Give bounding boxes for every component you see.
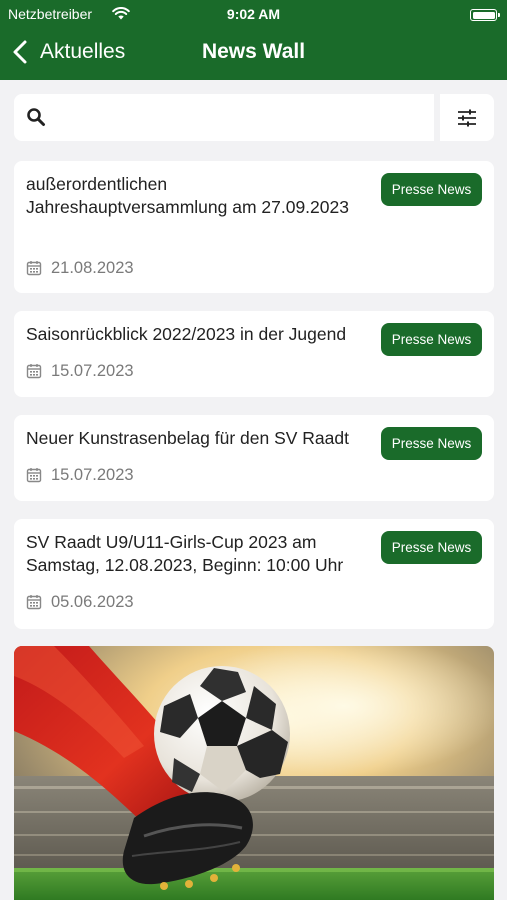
news-card[interactable]: SV Raadt U9/U11-Girls-Cup 2023 am Samsta… <box>14 519 494 629</box>
category-badge[interactable]: Presse News <box>381 173 482 206</box>
calendar-icon <box>26 260 42 276</box>
search-input[interactable] <box>58 94 428 141</box>
date-row: 21.08.2023 <box>26 258 134 278</box>
search-bar <box>14 94 434 141</box>
news-card[interactable]: Neuer Kunstrasenbelag für den SV Raadt P… <box>14 415 494 501</box>
news-date: 05.06.2023 <box>51 592 134 611</box>
date-row: 05.06.2023 <box>26 592 134 612</box>
category-badge[interactable]: Presse News <box>381 531 482 564</box>
news-hero-image[interactable] <box>14 646 494 900</box>
page-title: News Wall <box>201 40 306 63</box>
football-kick-illustration <box>14 646 494 900</box>
category-badge[interactable]: Presse News <box>381 323 482 356</box>
date-row: 15.07.2023 <box>26 361 134 381</box>
news-title: SV Raadt U9/U11-Girls-Cup 2023 am Samsta… <box>26 532 344 575</box>
news-title: Neuer Kunstrasenbelag für den SV Raadt <box>26 428 349 448</box>
status-time: 9:02 AM <box>226 6 281 22</box>
news-date: 21.08.2023 <box>51 258 134 277</box>
news-date: 15.07.2023 <box>51 465 134 484</box>
news-card[interactable]: Saisonrückblick 2022/2023 in der Jugend … <box>14 311 494 397</box>
news-title: außerordentlichen Jahreshauptversammlung… <box>26 174 349 217</box>
filter-button[interactable] <box>440 94 494 141</box>
battery-icon <box>470 9 500 21</box>
news-title: Saisonrückblick 2022/2023 in der Jugend <box>26 324 347 344</box>
news-card[interactable]: außerordentlichen Jahreshauptversammlung… <box>14 161 494 293</box>
category-badge[interactable]: Presse News <box>381 427 482 460</box>
calendar-icon <box>26 363 42 379</box>
status-bar: Netzbetreiber 9:02 AM <box>0 5 507 23</box>
search-icon <box>27 108 45 126</box>
calendar-icon <box>26 594 42 610</box>
filter-sliders-icon <box>458 109 476 126</box>
calendar-icon <box>26 467 42 483</box>
news-date: 15.07.2023 <box>51 361 134 380</box>
app-header: Netzbetreiber 9:02 AM Aktuelles News Wal… <box>0 0 507 80</box>
date-row: 15.07.2023 <box>26 465 134 485</box>
